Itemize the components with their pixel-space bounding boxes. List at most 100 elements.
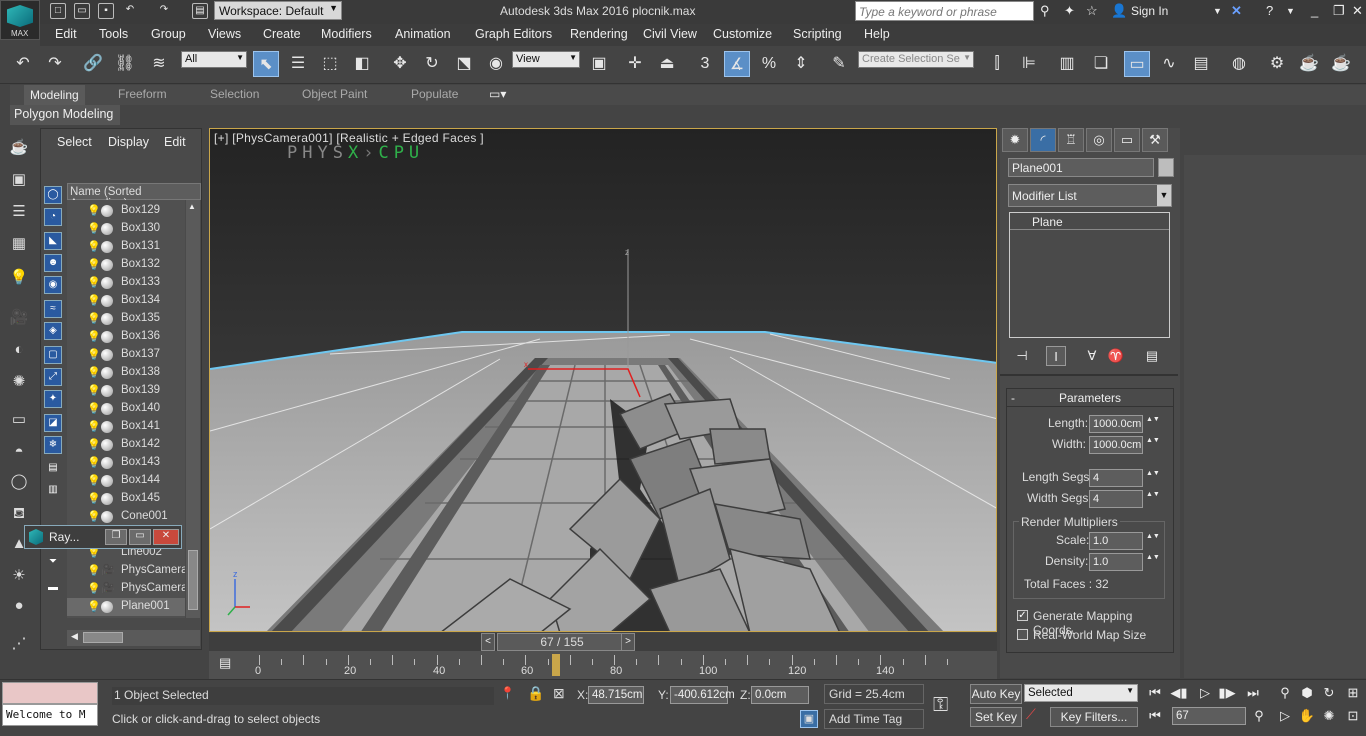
menu-scripting[interactable]: Scripting: [793, 27, 842, 41]
light-bulb-icon[interactable]: 💡: [87, 258, 101, 271]
particle-icon[interactable]: ✺: [6, 370, 32, 394]
set-key-mode-key-icon[interactable]: ⚿: [933, 694, 948, 717]
explorer-options-icon[interactable]: ▬: [44, 580, 62, 598]
generate-mapping-checkbox[interactable]: ✓: [1017, 610, 1028, 621]
subscription-icon[interactable]: ✦: [1064, 3, 1075, 19]
create-tab-icon[interactable]: ✹: [1002, 128, 1028, 152]
scale-spinner[interactable]: ▲▼: [1146, 532, 1160, 550]
default-in-out-tangent-icon[interactable]: ⟋: [1026, 706, 1036, 723]
orbit-subobject-icon[interactable]: ✺: [1320, 707, 1338, 725]
sign-in-link[interactable]: Sign In: [1131, 4, 1168, 18]
current-frame-field[interactable]: 67: [1172, 707, 1246, 725]
modify-tab-icon[interactable]: ◜: [1030, 128, 1056, 152]
scrollbar-thumb[interactable]: [83, 632, 123, 643]
render-production-icon[interactable]: ☕: [1328, 51, 1354, 77]
display-geometry-icon[interactable]: ◔: [44, 208, 62, 226]
menu-help[interactable]: Help: [864, 27, 890, 41]
scrollbar-thumb[interactable]: [188, 550, 198, 610]
light-bulb-icon[interactable]: 💡: [87, 330, 101, 343]
list-item[interactable]: 💡 Box143: [67, 454, 185, 472]
menu-edit[interactable]: Edit: [55, 27, 77, 41]
open-file-icon[interactable]: ▭: [74, 3, 90, 19]
favorites-star-icon[interactable]: ☆: [1086, 3, 1098, 19]
next-frame-icon[interactable]: ▮▶: [1218, 684, 1236, 702]
manipulate-icon[interactable]: ✛: [622, 51, 648, 77]
light-bulb-icon[interactable]: 💡: [87, 294, 101, 307]
tab-object-paint[interactable]: Object Paint: [302, 87, 367, 101]
move-icon[interactable]: ✥: [387, 51, 413, 77]
perspective-viewport[interactable]: z x z [+] [PhysCamera001] [Realistic + E…: [209, 128, 997, 632]
utilities-tab-icon[interactable]: ⚒: [1142, 128, 1168, 152]
time-configuration-icon[interactable]: ⚲: [1250, 707, 1268, 725]
density-field[interactable]: 1.0: [1089, 553, 1143, 571]
ribbon-panel-polygon-modeling[interactable]: Polygon Modeling: [10, 105, 120, 125]
restore-icon[interactable]: ❐: [1333, 3, 1345, 19]
teapot-icon[interactable]: ☕: [6, 136, 32, 160]
light-bulb-icon[interactable]: 💡: [87, 510, 101, 523]
select-by-name-icon[interactable]: ☰: [285, 51, 311, 77]
redo-icon[interactable]: ↷: [156, 3, 172, 19]
schematic-view-icon[interactable]: ▤: [1188, 51, 1214, 77]
light-bulb-icon[interactable]: 💡: [87, 240, 101, 253]
y-coordinate-field[interactable]: -400.612cm: [670, 686, 735, 704]
display-containers-icon[interactable]: ◪: [44, 414, 62, 432]
menu-modifiers[interactable]: Modifiers: [321, 27, 372, 41]
explorer-tab-select[interactable]: Select: [57, 135, 92, 149]
display-children-icon[interactable]: ▥: [44, 482, 62, 500]
reference-coordinate-dropdown[interactable]: View ▼: [512, 51, 580, 68]
select-object-icon[interactable]: ⬉: [253, 51, 279, 77]
maximize-toggle-icon[interactable]: ⊡: [1344, 707, 1362, 725]
go-to-end-icon[interactable]: ⏭: [1244, 684, 1262, 702]
hemisphere-icon[interactable]: ◓: [6, 440, 32, 464]
percent-snap-icon[interactable]: %: [756, 51, 782, 77]
menu-animation[interactable]: Animation: [395, 27, 451, 41]
track-bar[interactable]: ▤ 0 20 40 60 80 100 120 140: [209, 651, 997, 679]
rendered-frame-window-icon[interactable]: ☕: [1296, 51, 1322, 77]
list-item[interactable]: 💡🎥PhysCamera001: [67, 562, 185, 580]
list-item[interactable]: 💡 Box142: [67, 436, 185, 454]
restore-icon[interactable]: ❐: [105, 529, 127, 545]
width-segs-field[interactable]: 4: [1089, 490, 1143, 508]
menu-group[interactable]: Group: [151, 27, 186, 41]
z-coordinate-field[interactable]: 0.0cm: [751, 686, 809, 704]
display-hidden-icon[interactable]: ▤: [44, 460, 62, 478]
light-bulb-icon[interactable]: 💡: [87, 456, 101, 469]
light-bulb-icon[interactable]: 💡: [87, 204, 101, 217]
chevron-down-icon[interactable]: ▼: [1213, 6, 1222, 16]
menu-views[interactable]: Views: [208, 27, 241, 41]
floating-ray-window[interactable]: Ray... ❐ ▭ ✕: [24, 525, 182, 549]
light-bulb-icon[interactable]: 💡: [87, 420, 101, 433]
maxscript-listener-output[interactable]: Welcome to M: [2, 704, 98, 726]
window-crossing-icon[interactable]: ◧: [349, 51, 375, 77]
angle-snap-icon[interactable]: ∡: [724, 51, 750, 77]
list-item[interactable]: 💡 Box131: [67, 238, 185, 256]
motion-tab-icon[interactable]: ◎: [1086, 128, 1112, 152]
explorer-column-header[interactable]: Name (Sorted Ascending): [67, 183, 201, 210]
width-field[interactable]: 1000.0cm: [1089, 436, 1143, 454]
link-icon[interactable]: 🔗: [80, 51, 106, 77]
list-item[interactable]: 💡 Box139: [67, 382, 185, 400]
add-time-tag-button[interactable]: Add Time Tag: [824, 709, 924, 729]
menu-civil-view[interactable]: Civil View: [643, 27, 697, 41]
redo-icon[interactable]: ↷: [42, 51, 68, 77]
selection-set-dropdown[interactable]: Create Selection Se ▼: [858, 51, 974, 68]
light-bulb-icon[interactable]: 💡: [87, 438, 101, 451]
mirror-icon[interactable]: ⫿: [984, 51, 1010, 77]
list-item[interactable]: 💡 Box130: [67, 220, 185, 238]
close-icon[interactable]: ✕: [1352, 3, 1363, 19]
workspace-dropdown[interactable]: Workspace: Default ▼: [214, 1, 342, 20]
list-item[interactable]: 💡 Box129: [67, 202, 185, 220]
stack-item-plane[interactable]: Plane: [1010, 213, 1169, 230]
filter-icon[interactable]: ⏷: [44, 554, 62, 572]
pivot-center-icon[interactable]: ▣: [586, 51, 612, 77]
ribbon-toggle-icon[interactable]: ▭: [1124, 51, 1150, 77]
light-bulb-icon[interactable]: 💡: [87, 582, 101, 595]
display-helpers-icon[interactable]: ≈: [44, 300, 62, 318]
selection-filter-dropdown[interactable]: All ▼: [181, 51, 247, 68]
light-icon[interactable]: 💡: [6, 266, 32, 290]
render-setup-icon[interactable]: ⚙: [1264, 51, 1290, 77]
list-item[interactable]: 💡 Box144: [67, 472, 185, 490]
zoom-extents-all-icon[interactable]: ⚲: [1276, 684, 1294, 702]
bind-space-warp-icon[interactable]: ≋: [146, 51, 172, 77]
display-cameras-icon[interactable]: ◉: [44, 276, 62, 294]
